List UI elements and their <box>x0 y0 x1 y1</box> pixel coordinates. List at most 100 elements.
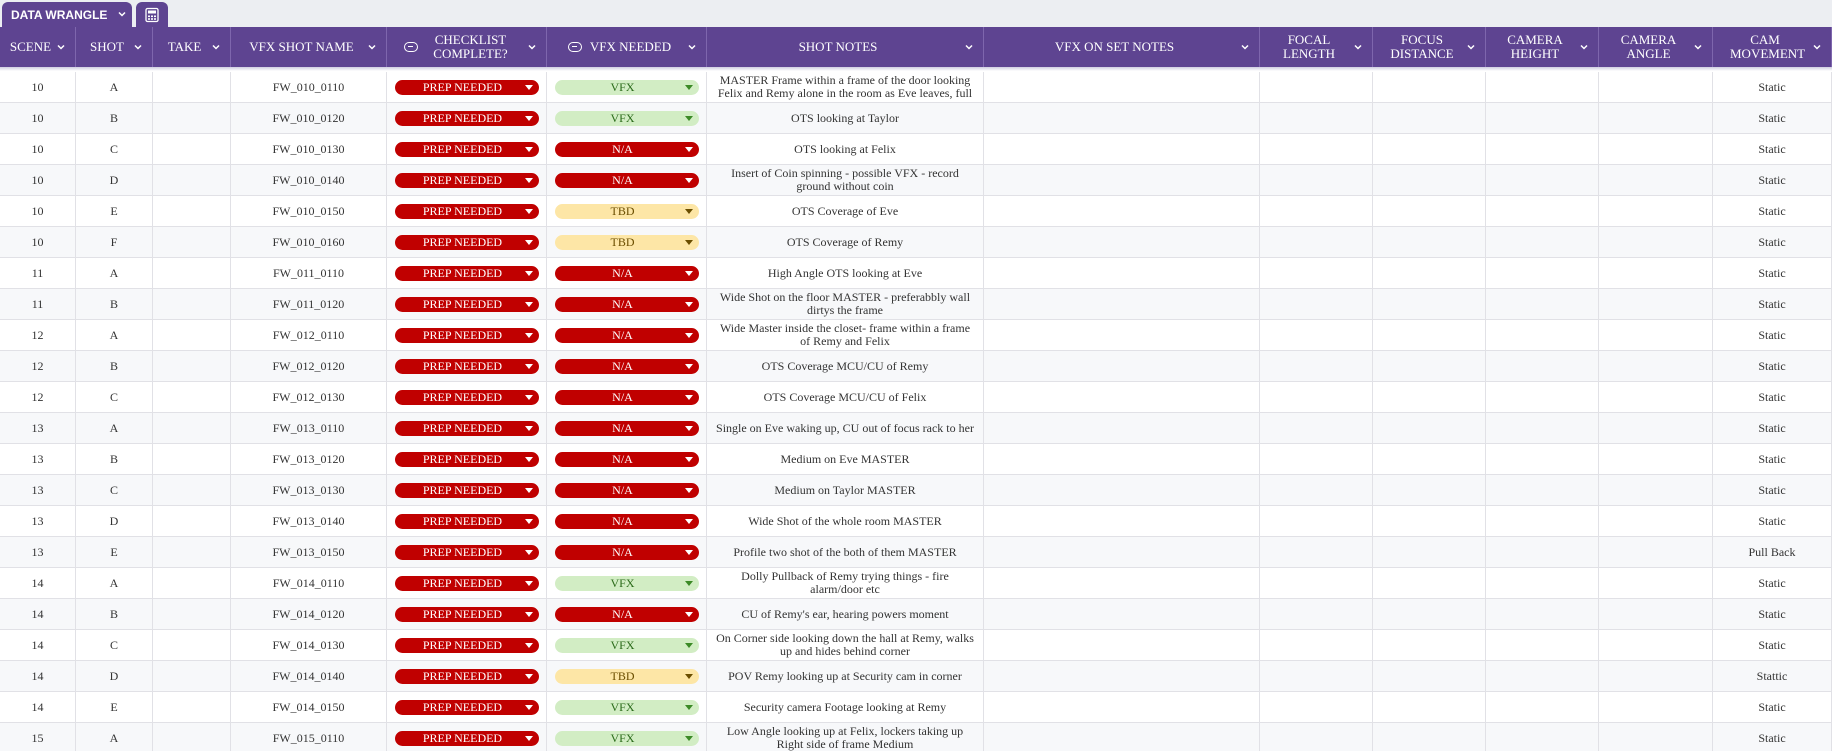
cell-scene[interactable]: 15 <box>0 723 76 751</box>
chevron-down-icon[interactable] <box>1352 41 1364 53</box>
cell-take[interactable] <box>153 351 231 381</box>
vfx-needed-dropdown[interactable]: TBD <box>554 668 699 684</box>
cell-vfx-on-set-notes[interactable] <box>984 413 1260 443</box>
cell-shot[interactable]: C <box>76 382 153 412</box>
dropdown-arrow-icon[interactable] <box>524 332 533 338</box>
cell-shot-notes[interactable]: Low Angle looking up at Felix, lockers t… <box>707 723 984 751</box>
cell-checklist-complete[interactable]: PREP NEEDED <box>387 537 547 567</box>
cell-camera-height[interactable] <box>1486 103 1599 133</box>
cell-camera-height[interactable] <box>1486 506 1599 536</box>
cell-camera-angle[interactable] <box>1599 568 1713 598</box>
cell-focus-distance[interactable] <box>1373 723 1486 751</box>
checklist-status-dropdown[interactable]: PREP NEEDED <box>394 203 539 219</box>
checklist-status-dropdown[interactable]: PREP NEEDED <box>394 234 539 250</box>
cell-camera-height[interactable] <box>1486 599 1599 629</box>
cell-vfx-shot-name[interactable]: FW_014_0140 <box>231 661 387 691</box>
dropdown-arrow-icon[interactable] <box>684 735 693 741</box>
cell-vfx-on-set-notes[interactable] <box>984 599 1260 629</box>
tab-data-wrangle[interactable]: DATA WRANGLE <box>2 2 132 27</box>
cell-vfx-needed[interactable]: TBD <box>547 661 707 691</box>
checklist-status-dropdown[interactable]: PREP NEEDED <box>394 482 539 498</box>
cell-focal-length[interactable] <box>1260 289 1373 319</box>
cell-camera-height[interactable] <box>1486 320 1599 350</box>
cell-focus-distance[interactable] <box>1373 537 1486 567</box>
cell-scene[interactable]: 14 <box>0 692 76 722</box>
cell-scene[interactable]: 13 <box>0 537 76 567</box>
cell-scene[interactable]: 12 <box>0 351 76 381</box>
cell-shot[interactable]: D <box>76 165 153 195</box>
dropdown-arrow-icon[interactable] <box>684 332 693 338</box>
cell-shot-notes[interactable]: Medium on Taylor MASTER <box>707 475 984 505</box>
checklist-status-dropdown[interactable]: PREP NEEDED <box>394 141 539 157</box>
cell-camera-height[interactable] <box>1486 723 1599 751</box>
vfx-needed-dropdown[interactable]: VFX <box>554 79 699 95</box>
checklist-status-dropdown[interactable]: PREP NEEDED <box>394 110 539 126</box>
vfx-needed-dropdown[interactable]: TBD <box>554 203 699 219</box>
cell-vfx-shot-name[interactable]: FW_010_0160 <box>231 227 387 257</box>
cell-checklist-complete[interactable]: PREP NEEDED <box>387 692 547 722</box>
cell-vfx-needed[interactable]: N/A <box>547 475 707 505</box>
checklist-status-dropdown[interactable]: PREP NEEDED <box>394 513 539 529</box>
cell-vfx-needed[interactable]: N/A <box>547 599 707 629</box>
dropdown-arrow-icon[interactable] <box>524 394 533 400</box>
cell-vfx-shot-name[interactable]: FW_014_0120 <box>231 599 387 629</box>
cell-checklist-complete[interactable]: PREP NEEDED <box>387 103 547 133</box>
chevron-down-icon[interactable] <box>1465 41 1477 53</box>
cell-shot-notes[interactable]: On Corner side looking down the hall at … <box>707 630 984 660</box>
vfx-needed-dropdown[interactable]: N/A <box>554 513 699 529</box>
column-header-focus-distance[interactable]: FOCUS DISTANCE <box>1373 27 1486 67</box>
cell-shot[interactable]: E <box>76 692 153 722</box>
cell-shot[interactable]: C <box>76 134 153 164</box>
dropdown-arrow-icon[interactable] <box>524 735 533 741</box>
dropdown-arrow-icon[interactable] <box>684 239 693 245</box>
cell-take[interactable] <box>153 661 231 691</box>
cell-checklist-complete[interactable]: PREP NEEDED <box>387 227 547 257</box>
cell-cam-movement[interactable]: Pull Back <box>1713 537 1832 567</box>
cell-camera-angle[interactable] <box>1599 72 1713 102</box>
vfx-needed-dropdown[interactable]: VFX <box>554 110 699 126</box>
cell-focal-length[interactable] <box>1260 661 1373 691</box>
cell-vfx-on-set-notes[interactable] <box>984 72 1260 102</box>
cell-camera-height[interactable] <box>1486 382 1599 412</box>
cell-vfx-needed[interactable]: N/A <box>547 506 707 536</box>
cell-camera-height[interactable] <box>1486 692 1599 722</box>
cell-camera-angle[interactable] <box>1599 537 1713 567</box>
cell-shot-notes[interactable]: OTS Coverage of Remy <box>707 227 984 257</box>
cell-vfx-needed[interactable]: N/A <box>547 320 707 350</box>
chevron-down-icon[interactable] <box>210 41 222 53</box>
chevron-down-icon[interactable] <box>526 41 538 53</box>
cell-shot-notes[interactable]: OTS Coverage MCU/CU of Remy <box>707 351 984 381</box>
cell-vfx-needed[interactable]: N/A <box>547 537 707 567</box>
vfx-needed-dropdown[interactable]: N/A <box>554 420 699 436</box>
column-header-cam-movement[interactable]: CAM MOVEMENT <box>1713 27 1832 67</box>
dropdown-arrow-icon[interactable] <box>684 270 693 276</box>
dropdown-arrow-icon[interactable] <box>524 177 533 183</box>
cell-checklist-complete[interactable]: PREP NEEDED <box>387 289 547 319</box>
cell-scene[interactable]: 12 <box>0 320 76 350</box>
chevron-down-icon[interactable] <box>686 41 698 53</box>
cell-camera-angle[interactable] <box>1599 444 1713 474</box>
cell-vfx-needed[interactable]: N/A <box>547 165 707 195</box>
cell-shot-notes[interactable]: Insert of Coin spinning - possible VFX -… <box>707 165 984 195</box>
cell-focus-distance[interactable] <box>1373 103 1486 133</box>
cell-shot-notes[interactable]: High Angle OTS looking at Eve <box>707 258 984 288</box>
vfx-needed-dropdown[interactable]: N/A <box>554 544 699 560</box>
cell-focus-distance[interactable] <box>1373 258 1486 288</box>
cell-checklist-complete[interactable]: PREP NEEDED <box>387 165 547 195</box>
cell-focal-length[interactable] <box>1260 227 1373 257</box>
cell-shot-notes[interactable]: OTS Coverage of Eve <box>707 196 984 226</box>
cell-take[interactable] <box>153 692 231 722</box>
cell-scene[interactable]: 12 <box>0 382 76 412</box>
cell-vfx-shot-name[interactable]: FW_013_0150 <box>231 537 387 567</box>
cell-focal-length[interactable] <box>1260 723 1373 751</box>
cell-cam-movement[interactable]: Static <box>1713 630 1832 660</box>
checklist-status-dropdown[interactable]: PREP NEEDED <box>394 420 539 436</box>
cell-focus-distance[interactable] <box>1373 165 1486 195</box>
dropdown-arrow-icon[interactable] <box>524 239 533 245</box>
cell-take[interactable] <box>153 475 231 505</box>
cell-focus-distance[interactable] <box>1373 382 1486 412</box>
cell-vfx-on-set-notes[interactable] <box>984 165 1260 195</box>
column-header-camera-height[interactable]: CAMERA HEIGHT <box>1486 27 1599 67</box>
chevron-down-icon[interactable] <box>1811 41 1823 53</box>
cell-shot[interactable]: D <box>76 661 153 691</box>
